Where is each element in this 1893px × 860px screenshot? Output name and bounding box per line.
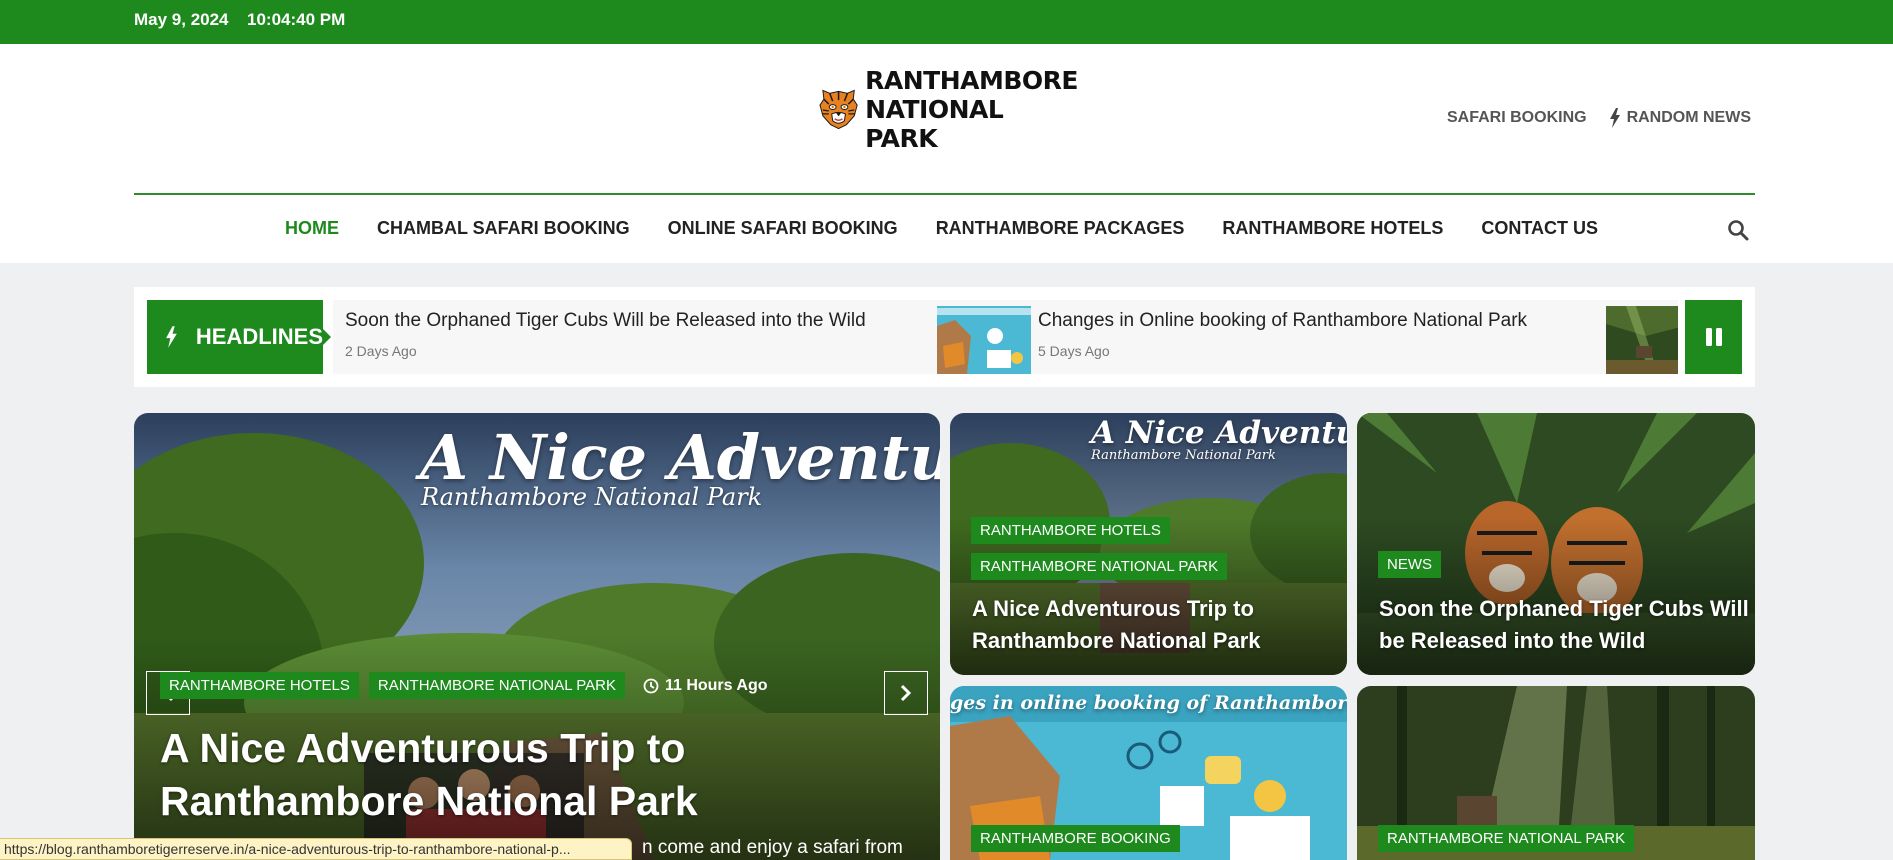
lightning-icon <box>1609 108 1620 128</box>
post-card-script-title: ges in online booking of Ranthambore Nat… <box>950 692 1347 714</box>
post-card-title[interactable]: Soon the Orphaned Tiger Cubs Will be Rel… <box>1379 593 1749 657</box>
nav-item-online-safari-booking[interactable]: ONLINE SAFARI BOOKING <box>668 218 898 239</box>
tiger-icon <box>819 89 858 130</box>
logo-line-1: RANTHAMBORE <box>865 65 1078 95</box>
post-card-script-title: A Nice Adventurous T <box>1091 415 1347 451</box>
site-logo[interactable]: RANTHAMBORE NATIONAL PARK <box>818 66 1078 153</box>
headlines-label-text: HEADLINES <box>195 324 323 349</box>
featured-image-script-subtitle: Ranthambore National Park <box>421 483 763 511</box>
ticker-track: Soon the Orphaned Tiger Cubs Will be Rel… <box>333 300 1678 374</box>
post-card[interactable]: A Nice Adventurous T Ranthambore Nationa… <box>950 413 1347 675</box>
logo-line-2: NATIONAL PARK <box>865 94 1004 153</box>
header-links: SAFARI BOOKING RANDOM NEWS <box>1447 108 1751 128</box>
ticker-item[interactable]: Changes in Online booking of Ranthambore… <box>1038 300 1678 374</box>
category-tag[interactable]: RANTHAMBORE NATIONAL PARK <box>1378 825 1635 852</box>
category-tag[interactable]: RANTHAMBORE HOTELS <box>971 517 1170 544</box>
current-date: May 9, 2024 <box>134 10 229 29</box>
header-divider <box>134 193 1755 195</box>
post-card-script-subtitle: Ranthambore National Park <box>1091 448 1276 463</box>
site-header: RANTHAMBORE NATIONAL PARK SAFARI BOOKING… <box>0 44 1893 263</box>
post-card-tags: RANTHAMBORE BOOKING <box>971 825 1180 860</box>
clock-icon <box>643 678 659 693</box>
ticker-item-title[interactable]: Soon the Orphaned Tiger Cubs Will be Rel… <box>345 310 866 332</box>
ticker-pause-button[interactable] <box>1685 300 1742 374</box>
featured-post-slider[interactable]: A Nice Adventurous T Ranthambore Nationa… <box>134 413 940 860</box>
random-news-link[interactable]: RANDOM NEWS <box>1609 108 1751 128</box>
chevron-right-icon <box>900 684 912 702</box>
headlines-label: HEADLINES <box>147 300 331 374</box>
pause-icon <box>1705 328 1722 346</box>
main-nav: HOME CHAMBAL SAFARI BOOKING ONLINE SAFAR… <box>285 218 1598 239</box>
post-card[interactable]: ges in online booking of Ranthambore Nat… <box>950 686 1347 860</box>
ticker-item-time: 5 Days Ago <box>1038 343 1110 359</box>
safari-booking-link[interactable]: SAFARI BOOKING <box>1447 109 1587 127</box>
logo-text: RANTHAMBORE NATIONAL PARK <box>865 66 1078 153</box>
post-time-text: 11 Hours Ago <box>664 676 768 694</box>
nav-item-ranthambore-hotels[interactable]: RANTHAMBORE HOTELS <box>1222 218 1443 239</box>
safari-booking-label: SAFARI BOOKING <box>1447 109 1587 126</box>
post-card-tags: NEWS <box>1378 551 1441 587</box>
category-tag[interactable]: NEWS <box>1378 551 1441 578</box>
post-card-tags: RANTHAMBORE NATIONAL PARK <box>1378 825 1635 860</box>
ticker-thumbnail[interactable] <box>1606 306 1678 374</box>
ticker-item[interactable]: Soon the Orphaned Tiger Cubs Will be Rel… <box>333 300 1033 374</box>
top-bar: May 9, 2024 10:04:40 PM <box>0 0 1893 44</box>
random-news-label: RANDOM NEWS <box>1626 109 1751 126</box>
nav-item-contact-us[interactable]: CONTACT US <box>1481 218 1598 239</box>
post-card[interactable]: NEWS Soon the Orphaned Tiger Cubs Will b… <box>1357 413 1755 675</box>
ticker-item-title[interactable]: Changes in Online booking of Ranthambore… <box>1038 310 1527 332</box>
nav-item-ranthambore-packages[interactable]: RANTHAMBORE PACKAGES <box>936 218 1185 239</box>
category-tag[interactable]: RANTHAMBORE NATIONAL PARK <box>971 553 1228 580</box>
ticker-thumbnail[interactable] <box>937 306 1031 374</box>
category-tag[interactable]: RANTHAMBORE BOOKING <box>971 825 1180 852</box>
headlines-ticker: HEADLINES Soon the Orphaned Tiger Cubs W… <box>134 287 1755 387</box>
nav-item-home[interactable]: HOME <box>285 218 339 239</box>
search-icon[interactable] <box>1727 219 1749 241</box>
ticker-item-time: 2 Days Ago <box>345 343 417 359</box>
post-card-title[interactable]: A Nice Adventurous Trip to Ranthambore N… <box>972 593 1342 657</box>
featured-post-excerpt: n come and enjoy a safari from <box>642 837 903 858</box>
post-card[interactable]: RANTHAMBORE NATIONAL PARK <box>1357 686 1755 860</box>
featured-post-title[interactable]: A Nice Adventurous Trip to Ranthambore N… <box>160 722 860 828</box>
post-card-tags: RANTHAMBORE HOTELS RANTHAMBORE NATIONAL … <box>971 517 1228 589</box>
status-bar-url: https://blog.ranthamboretigerreserve.in/… <box>0 838 632 860</box>
nav-item-chambal-safari-booking[interactable]: CHAMBAL SAFARI BOOKING <box>377 218 630 239</box>
category-tag[interactable]: RANTHAMBORE NATIONAL PARK <box>368 672 625 699</box>
category-tag[interactable]: RANTHAMBORE HOTELS <box>160 672 359 699</box>
current-time: 10:04:40 PM <box>247 10 346 29</box>
slider-next-button[interactable] <box>884 671 928 715</box>
lightning-icon <box>166 326 177 348</box>
post-time: 11 Hours Ago <box>643 677 768 695</box>
featured-post-meta: RANTHAMBORE HOTELS RANTHAMBORE NATIONAL … <box>160 672 768 699</box>
